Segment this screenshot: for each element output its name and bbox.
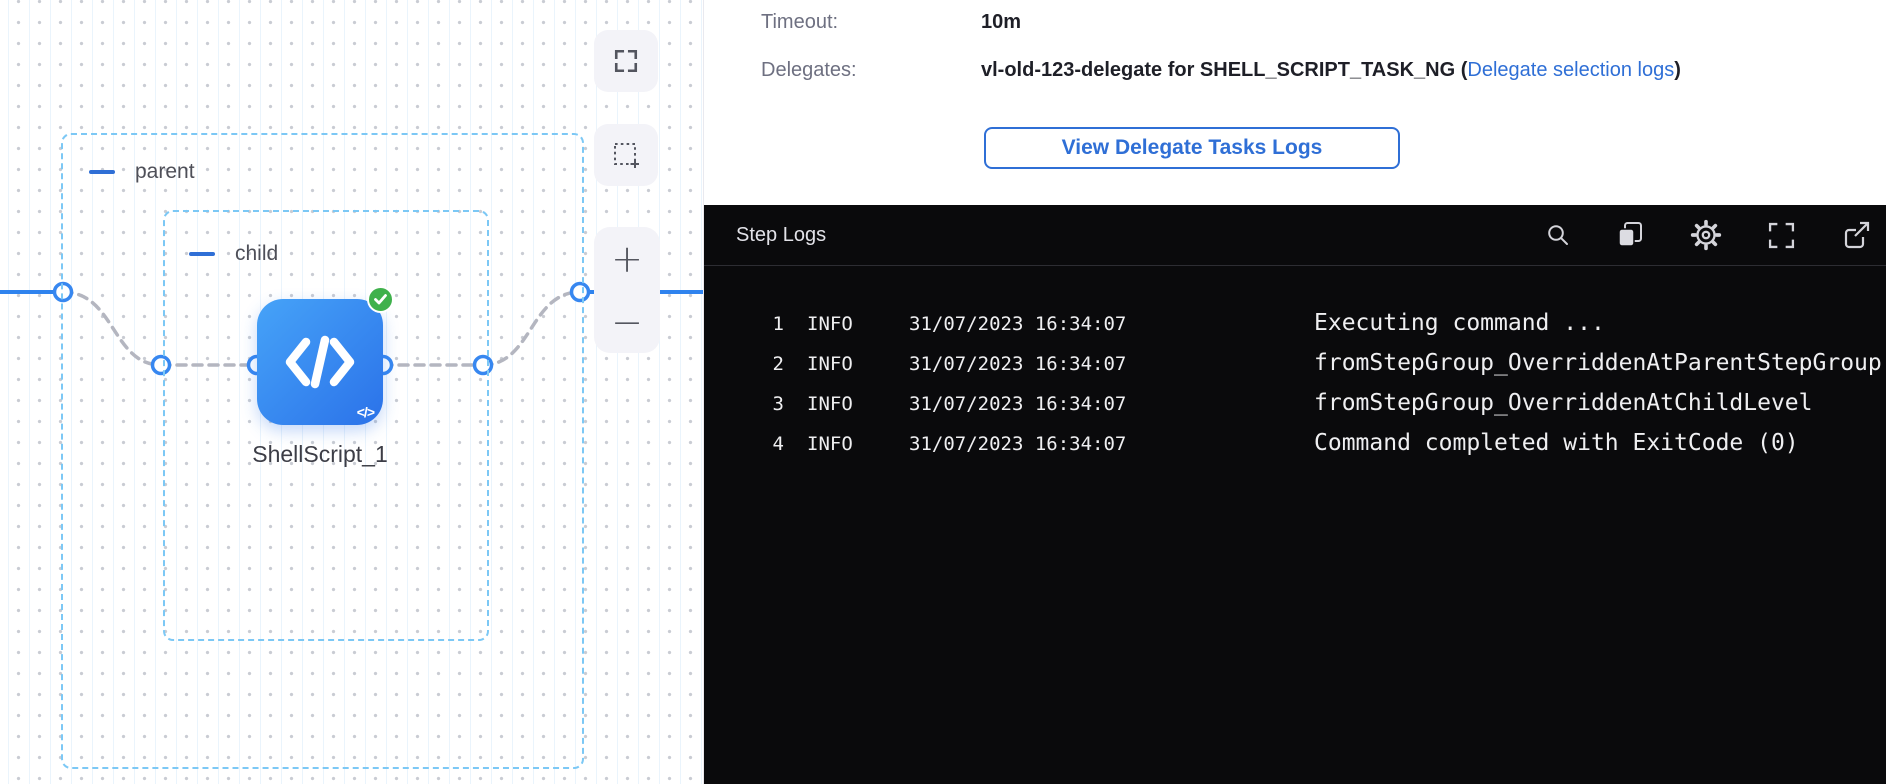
search-icon	[1546, 223, 1570, 247]
timeout-row: Timeout: 10m	[761, 11, 1886, 34]
marquee-select-icon	[612, 141, 640, 169]
pipeline-execution-view: parent child </>	[0, 0, 1886, 784]
log-fullscreen-button[interactable]	[1768, 222, 1795, 249]
log-message: Executing command ...	[1314, 310, 1605, 336]
delegates-value: vl-old-123-delegate for SHELL_SCRIPT_TAS…	[981, 59, 1681, 82]
copy-icon	[1616, 221, 1644, 249]
canvas-fullscreen-button[interactable]	[594, 30, 658, 92]
shell-script-type-icon: </>	[357, 404, 374, 420]
timeout-label: Timeout:	[761, 11, 981, 34]
delegate-name: vl-old-123-delegate for SHELL_SCRIPT_TAS…	[981, 59, 1455, 81]
gear-icon	[1690, 219, 1722, 251]
success-check-icon	[367, 286, 394, 313]
step-details: Timeout: 10m Delegates: vl-old-123-deleg…	[704, 0, 1886, 169]
log-level: INFO	[807, 393, 879, 415]
log-timestamp: 31/07/2023 16:34:07	[909, 353, 1209, 375]
open-in-new-tab-button[interactable]	[1841, 220, 1871, 250]
log-line: 2 INFO 31/07/2023 16:34:07 fromStepGroup…	[704, 350, 1886, 390]
step-details-panel: Timeout: 10m Delegates: vl-old-123-deleg…	[703, 0, 1886, 784]
shellscript-step-node[interactable]: </>	[257, 299, 383, 425]
log-line-number: 2	[704, 353, 784, 375]
delegates-label: Delegates:	[761, 59, 981, 82]
log-line-number: 4	[704, 433, 784, 455]
log-level: INFO	[807, 353, 879, 375]
marquee-select-button[interactable]	[594, 124, 658, 186]
delegates-row: Delegates: vl-old-123-delegate for SHELL…	[761, 59, 1886, 82]
log-timestamp: 31/07/2023 16:34:07	[909, 393, 1209, 415]
collapse-parent-group-button[interactable]	[89, 170, 115, 174]
view-delegate-tasks-logs-button[interactable]: View Delegate Tasks Logs	[984, 127, 1400, 169]
collapse-child-group-button[interactable]	[189, 252, 215, 256]
log-settings-button[interactable]	[1690, 219, 1722, 251]
log-line-number: 1	[704, 313, 784, 335]
delegate-selection-logs-link[interactable]: Delegate selection logs	[1467, 59, 1674, 81]
zoom-controls: + −	[594, 227, 660, 353]
log-message: fromStepGroup_OverriddenAtChildLevel	[1314, 390, 1813, 416]
open-in-new-icon	[1841, 220, 1871, 250]
console-toolbar	[1546, 219, 1861, 251]
fullscreen-brackets-icon	[1768, 222, 1795, 249]
log-search-button[interactable]	[1546, 223, 1570, 247]
log-line: 3 INFO 31/07/2023 16:34:07 fromStepGroup…	[704, 390, 1886, 430]
step-group-child: child	[163, 210, 489, 641]
log-line-number: 3	[704, 393, 784, 415]
step-node-label: ShellScript_1	[190, 441, 450, 468]
log-level: INFO	[807, 433, 879, 455]
paren-close: )	[1674, 59, 1681, 81]
timeout-value: 10m	[981, 11, 1021, 34]
log-message: Command completed with ExitCode (0)	[1314, 430, 1799, 456]
log-level: INFO	[807, 313, 879, 335]
step-logs-header: Step Logs	[704, 205, 1886, 266]
log-lines: 1 INFO 31/07/2023 16:34:07 Executing com…	[704, 266, 1886, 470]
child-group-label: child	[235, 242, 278, 266]
step-logs-title: Step Logs	[736, 224, 826, 247]
zoom-in-button[interactable]: +	[594, 227, 660, 290]
log-line: 1 INFO 31/07/2023 16:34:07 Executing com…	[704, 310, 1886, 350]
code-icon	[282, 332, 358, 392]
log-timestamp: 31/07/2023 16:34:07	[909, 433, 1209, 455]
step-logs-console: Step Logs	[704, 205, 1886, 784]
copy-logs-button[interactable]	[1616, 221, 1644, 249]
parent-group-label: parent	[135, 160, 195, 184]
log-timestamp: 31/07/2023 16:34:07	[909, 313, 1209, 335]
log-message: fromStepGroup_OverriddenAtParentStepGrou…	[1314, 350, 1882, 376]
pipeline-canvas[interactable]: parent child </>	[0, 0, 703, 784]
fullscreen-expand-icon	[613, 48, 639, 74]
zoom-out-button[interactable]: −	[594, 290, 660, 353]
log-line: 4 INFO 31/07/2023 16:34:07 Command compl…	[704, 430, 1886, 470]
